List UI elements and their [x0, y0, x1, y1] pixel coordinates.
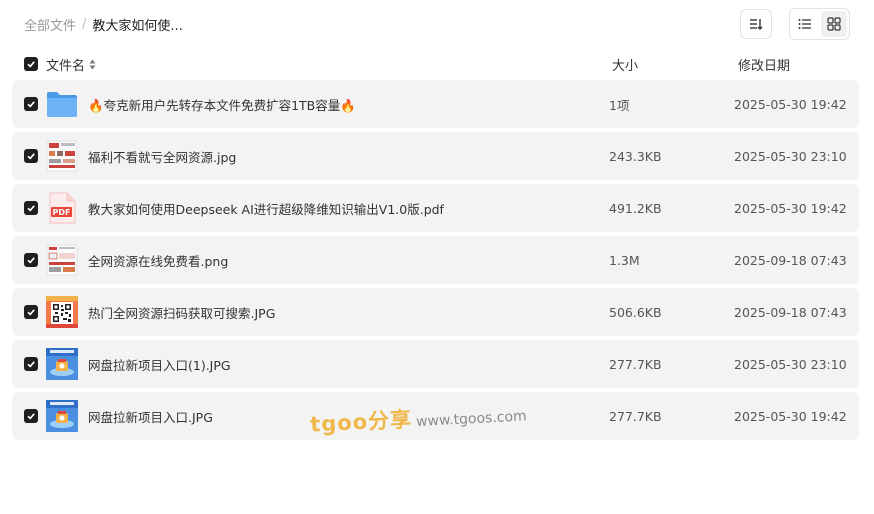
- image-thumbnail-icon: [46, 348, 78, 380]
- row-checkbox[interactable]: [24, 409, 38, 423]
- svg-text:PDF: PDF: [53, 208, 71, 217]
- file-name[interactable]: 🔥夸克新用户先转存本文件免费扩容1TB容量🔥: [88, 95, 356, 114]
- row-checkbox[interactable]: [24, 357, 38, 371]
- watermark-url: www.tgoos.com: [415, 408, 528, 431]
- column-header-size[interactable]: 大小: [612, 55, 638, 74]
- file-size: 506.6KB: [609, 304, 662, 320]
- list-view-icon: [798, 19, 812, 29]
- image-thumbnail-icon: [46, 140, 78, 172]
- file-row[interactable]: 🔥夸克新用户先转存本文件免费扩容1TB容量🔥 1项 2025-05-30 19:…: [12, 80, 859, 128]
- breadcrumb-root[interactable]: 全部文件: [24, 15, 76, 34]
- file-row[interactable]: PDF 教大家如何使用Deepseek AI进行超级降维知识输出V1.0版.pd…: [12, 184, 859, 232]
- file-row[interactable]: 网盘拉新项目入口(1).JPG 277.7KB 2025-05-30 23:10: [12, 340, 859, 388]
- file-date: 2025-09-18 07:43: [734, 304, 847, 320]
- sort-button[interactable]: [740, 9, 772, 39]
- sort-icon: [750, 19, 763, 30]
- file-name[interactable]: 福利不看就亏全网资源.jpg: [88, 147, 236, 166]
- file-date: 2025-05-30 23:10: [734, 356, 847, 372]
- image-thumbnail-icon: [46, 244, 78, 276]
- file-date: 2025-05-30 19:42: [734, 96, 847, 112]
- check-icon: [27, 61, 35, 68]
- file-date: 2025-05-30 19:42: [734, 200, 847, 216]
- column-header-date[interactable]: 修改日期: [738, 55, 790, 74]
- file-size: 491.2KB: [609, 200, 662, 216]
- row-checkbox[interactable]: [24, 97, 38, 111]
- sort-arrows-icon: [89, 59, 96, 69]
- file-name[interactable]: 网盘拉新项目入口(1).JPG: [88, 355, 231, 374]
- pdf-icon: PDF: [46, 192, 78, 224]
- file-row[interactable]: 福利不看就亏全网资源.jpg 243.3KB 2025-05-30 23:10: [12, 132, 859, 180]
- file-name[interactable]: 全网资源在线免费看.png: [88, 251, 228, 270]
- table-header: 文件名 大小 修改日期: [12, 52, 859, 76]
- file-size: 1.3M: [609, 252, 640, 268]
- breadcrumb-current: 教大家如何使...: [92, 18, 183, 34]
- image-thumbnail-icon: [46, 400, 78, 432]
- file-size: 243.3KB: [609, 148, 662, 164]
- row-checkbox[interactable]: [24, 149, 38, 163]
- check-icon: [27, 101, 35, 108]
- file-name[interactable]: 网盘拉新项目入口.JPG: [88, 407, 213, 426]
- check-icon: [27, 205, 35, 212]
- grid-view-icon: [827, 17, 841, 31]
- list-view-button[interactable]: [792, 11, 819, 37]
- row-checkbox[interactable]: [24, 305, 38, 319]
- watermark-brand: tgoo分享: [309, 407, 413, 437]
- check-icon: [27, 309, 35, 316]
- file-size: 277.7KB: [609, 356, 662, 372]
- view-toggle: [789, 8, 850, 40]
- select-all-checkbox[interactable]: [24, 57, 38, 71]
- file-name[interactable]: 热门全网资源扫码获取可搜索.JPG: [88, 303, 275, 322]
- file-row[interactable]: 热门全网资源扫码获取可搜索.JPG 506.6KB 2025-09-18 07:…: [12, 288, 859, 336]
- file-size: 277.7KB: [609, 408, 662, 424]
- check-icon: [27, 153, 35, 160]
- check-icon: [27, 257, 35, 264]
- folder-icon: [46, 88, 78, 120]
- column-header-name-label: 文件名: [46, 58, 86, 74]
- file-list: 🔥夸克新用户先转存本文件免费扩容1TB容量🔥 1项 2025-05-30 19:…: [12, 80, 859, 444]
- file-date: 2025-09-18 07:43: [734, 252, 847, 268]
- grid-view-button[interactable]: [820, 11, 847, 37]
- check-icon: [27, 413, 35, 420]
- file-date: 2025-05-30 23:10: [734, 148, 847, 164]
- file-name[interactable]: 教大家如何使用Deepseek AI进行超级降维知识输出V1.0版.pdf: [88, 199, 444, 218]
- breadcrumb-separator: /: [82, 16, 87, 32]
- check-icon: [27, 361, 35, 368]
- qr-code-icon: [46, 296, 78, 328]
- column-header-name[interactable]: 文件名: [46, 55, 96, 74]
- breadcrumb: 全部文件 / 教大家如何使...: [24, 14, 183, 34]
- file-size: 1项: [609, 97, 630, 113]
- row-checkbox[interactable]: [24, 201, 38, 215]
- file-date: 2025-05-30 19:42: [734, 408, 847, 424]
- row-checkbox[interactable]: [24, 253, 38, 267]
- file-row[interactable]: 全网资源在线免费看.png 1.3M 2025-09-18 07:43: [12, 236, 859, 284]
